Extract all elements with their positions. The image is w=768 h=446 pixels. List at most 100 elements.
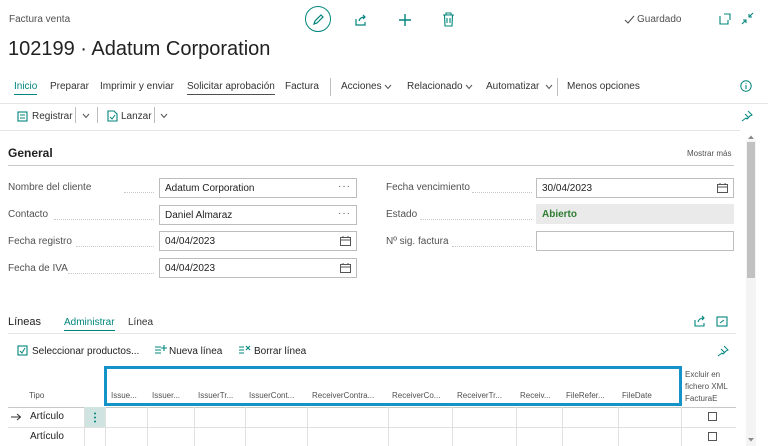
lookup-ellipsis-icon[interactable]: ··· [338,181,351,192]
lines-pin-button[interactable] [717,345,729,357]
scrollbar-thumb[interactable] [747,142,755,278]
nombre-cliente-value: Adatum Corporation [165,183,255,194]
scroll-up-icon[interactable] [747,134,755,140]
tab-linea[interactable]: Línea [128,317,153,328]
field-label-num-sig-factura: Nº sig. factura [386,236,449,247]
seleccionar-productos-button[interactable]: Seleccionar productos... [32,346,139,357]
estado-field: Abierto [536,204,734,224]
lanzar-dropdown-icon[interactable] [160,113,168,119]
grid-col-line [245,407,246,446]
row-2-excluir-checkbox[interactable] [708,432,717,441]
tab-relacionado[interactable]: Relacionado [407,81,463,92]
fecha-iva-value: 04/04/2023 [165,263,216,274]
new-button[interactable] [398,13,412,27]
grid-col-line [516,407,517,446]
pin-icon [717,345,729,357]
label-leader [76,246,154,247]
row-1-excluir-checkbox[interactable] [708,412,717,421]
grid-col-line [452,407,453,446]
fecha-registro-value: 04/04/2023 [165,236,216,247]
grid-col-line [388,407,389,446]
tab-administrar[interactable]: Administrar [64,317,115,331]
label-leader [68,273,154,274]
calendar-icon[interactable] [717,183,728,196]
lookup-ellipsis-icon[interactable]: ··· [338,208,351,219]
general-section-divider [8,165,734,166]
menu-separator [0,103,768,104]
borrar-linea-button[interactable]: Borrar línea [254,346,306,357]
estado-value: Abierto [542,209,577,220]
more-vertical-icon[interactable] [93,412,97,423]
num-sig-factura-field[interactable] [536,231,734,251]
tab-preparar[interactable]: Preparar [50,81,89,92]
registrar-button[interactable]: Registrar [32,111,73,122]
edit-button[interactable] [305,6,331,32]
share-button[interactable] [354,13,368,27]
grid-col-line [194,407,195,446]
delete-button[interactable] [442,12,455,27]
actionbar-separator [0,130,740,131]
lines-share-button[interactable] [694,315,706,327]
col-excluir-facturae[interactable]: Excluir en fichero XML FacturaE [685,369,731,405]
grid-row-line [8,427,736,428]
chevron-down-icon [545,84,553,90]
saved-status: Guardado [637,14,682,25]
contacto-field[interactable]: Daniel Almaraz ··· [159,205,357,225]
action-divider [75,107,76,123]
label-leader [472,192,532,193]
action-divider [97,107,98,123]
registrar-dropdown-icon[interactable] [82,113,90,119]
pencil-icon [313,14,324,25]
scroll-down-icon[interactable] [747,437,755,443]
calendar-icon[interactable] [340,263,351,276]
nueva-linea-button[interactable]: Nueva línea [169,346,222,357]
lines-section-title[interactable]: Líneas [8,316,41,328]
info-icon [740,80,752,92]
open-new-window-icon [719,13,731,25]
general-section-title[interactable]: General [8,146,53,160]
field-label-fecha-registro: Fecha registro [8,236,72,247]
trash-icon [443,12,454,27]
contacto-value: Daniel Almaraz [165,210,233,221]
saved-check-icon [624,15,635,24]
tab-solicitar-aprobacion[interactable]: Solicitar aprobación [187,81,275,95]
field-label-contacto: Contacto [8,209,49,220]
fecha-vencimiento-field[interactable]: 30/04/2023 [536,178,734,198]
show-more-link[interactable]: Mostrar más [687,149,731,158]
select-items-icon [17,345,28,356]
fecha-iva-field[interactable]: 04/04/2023 [159,258,357,278]
release-icon [107,110,118,122]
share-icon [694,315,705,327]
row-2-tipo[interactable]: Artículo [30,431,64,442]
expand-icon [716,316,728,327]
page-caption: Factura venta [9,14,71,25]
nombre-cliente-field[interactable]: Adatum Corporation ··· [159,178,357,198]
tab-menos-opciones[interactable]: Menos opciones [567,81,640,92]
label-leader [54,219,154,220]
lanzar-button[interactable]: Lanzar [121,111,152,122]
row-1-tipo[interactable]: Artículo [30,411,64,422]
open-new-window-button[interactable] [719,13,731,25]
new-line-icon [154,344,167,355]
action-divider [154,107,155,123]
lines-expand-button[interactable] [716,315,728,327]
col-tipo[interactable]: Tipo [29,391,44,400]
field-label-estado: Estado [386,209,418,220]
info-button[interactable] [740,80,752,92]
fecha-registro-field[interactable]: 04/04/2023 [159,231,357,251]
page-title: 102199 · Adatum Corporation [8,38,271,60]
tab-imprimir-enviar[interactable]: Imprimir y enviar [100,81,174,92]
row-menu-cell[interactable] [85,407,105,427]
label-leader [452,246,532,247]
tab-acciones[interactable]: Acciones [341,81,382,92]
field-label-nombre-cliente: Nombre del cliente [8,182,92,193]
tab-inicio[interactable]: Inicio [14,81,38,95]
tab-automatizar[interactable]: Automatizar [486,81,539,92]
collapse-button[interactable] [741,12,754,25]
tab-factura[interactable]: Factura [285,81,319,92]
grid-col-line [618,407,619,446]
pin-button[interactable] [741,110,753,122]
action-menu: Inicio Preparar Imprimir y enviar Solici… [8,81,708,97]
post-icon [17,110,29,122]
calendar-icon[interactable] [340,236,351,249]
